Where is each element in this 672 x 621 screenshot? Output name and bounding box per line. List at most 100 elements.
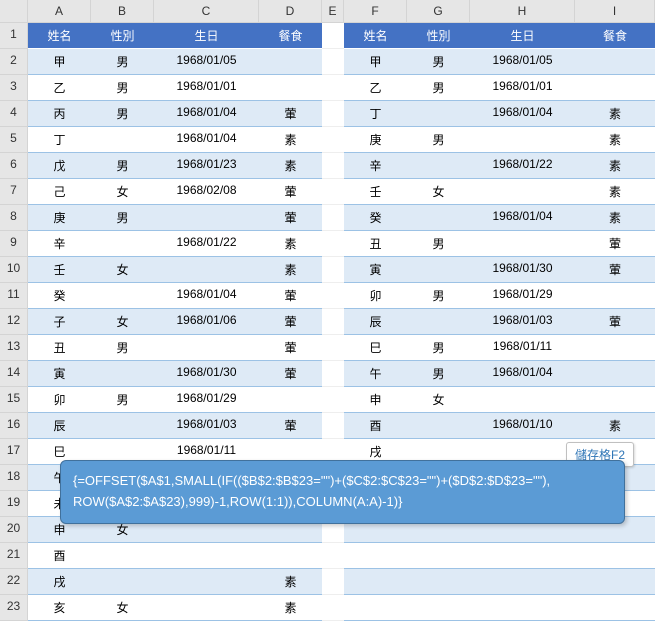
cell[interactable]: 女 — [91, 309, 154, 335]
col-header[interactable]: I — [575, 0, 655, 23]
cell[interactable] — [322, 413, 344, 439]
col-header[interactable]: C — [154, 0, 259, 23]
cell[interactable]: 葷 — [259, 205, 322, 231]
cell[interactable]: 1968/01/23 — [154, 153, 259, 179]
cell[interactable]: 1968/01/22 — [470, 153, 575, 179]
cell[interactable] — [470, 231, 575, 257]
cell[interactable]: 1968/01/05 — [154, 49, 259, 75]
cell[interactable]: 男 — [91, 387, 154, 413]
row-header[interactable]: 11 — [0, 283, 28, 309]
cell[interactable]: 葷 — [259, 179, 322, 205]
col-header[interactable]: A — [28, 0, 91, 23]
row-header[interactable]: 7 — [0, 179, 28, 205]
cell[interactable]: 葷 — [575, 257, 655, 283]
cell[interactable]: 甲 — [28, 49, 91, 75]
row-header[interactable]: 13 — [0, 335, 28, 361]
cell[interactable] — [322, 153, 344, 179]
cell[interactable] — [575, 595, 655, 621]
cell[interactable]: 丙 — [28, 101, 91, 127]
spreadsheet-grid[interactable]: ABCDEFGHI1姓名性別生日餐食姓名性別生日餐食2甲男1968/01/05甲… — [0, 0, 672, 621]
cell[interactable] — [575, 569, 655, 595]
cell[interactable]: 1968/01/01 — [470, 75, 575, 101]
row-header[interactable]: 14 — [0, 361, 28, 387]
cell[interactable]: 男 — [91, 101, 154, 127]
cell[interactable]: 素 — [259, 569, 322, 595]
cell[interactable]: 素 — [575, 179, 655, 205]
cell[interactable]: 癸 — [28, 283, 91, 309]
row-header[interactable]: 1 — [0, 23, 28, 49]
row-header[interactable]: 4 — [0, 101, 28, 127]
cell[interactable]: 1968/01/03 — [154, 413, 259, 439]
cell[interactable] — [322, 49, 344, 75]
cell[interactable]: 男 — [91, 205, 154, 231]
cell[interactable]: 乙 — [344, 75, 407, 101]
col-header[interactable]: E — [322, 0, 344, 23]
cell[interactable] — [259, 543, 322, 569]
cell[interactable]: 1968/01/03 — [470, 309, 575, 335]
cell[interactable]: 辰 — [344, 309, 407, 335]
row-header[interactable]: 15 — [0, 387, 28, 413]
cell[interactable]: 辛 — [344, 153, 407, 179]
cell[interactable]: 酉 — [344, 413, 407, 439]
cell[interactable] — [407, 257, 470, 283]
cell[interactable]: 男 — [407, 361, 470, 387]
cell[interactable]: 葷 — [575, 231, 655, 257]
cell[interactable]: 男 — [91, 49, 154, 75]
cell[interactable]: 戌 — [28, 569, 91, 595]
cell[interactable]: 申 — [344, 387, 407, 413]
cell[interactable] — [322, 595, 344, 621]
cell[interactable]: 素 — [259, 231, 322, 257]
cell[interactable] — [575, 387, 655, 413]
row-header[interactable]: 23 — [0, 595, 28, 621]
cell[interactable]: 葷 — [575, 309, 655, 335]
cell[interactable]: 女 — [407, 179, 470, 205]
cell[interactable]: 1968/01/04 — [470, 361, 575, 387]
cell[interactable] — [470, 127, 575, 153]
cell[interactable]: 葷 — [259, 335, 322, 361]
cell[interactable]: 寅 — [28, 361, 91, 387]
cell[interactable] — [575, 75, 655, 101]
cell[interactable] — [259, 387, 322, 413]
cell[interactable]: 素 — [575, 101, 655, 127]
row-header[interactable]: 18 — [0, 465, 28, 491]
cell[interactable]: 男 — [407, 127, 470, 153]
cell[interactable] — [407, 413, 470, 439]
cell[interactable]: 素 — [575, 413, 655, 439]
cell[interactable]: 酉 — [28, 543, 91, 569]
row-header[interactable]: 6 — [0, 153, 28, 179]
cell[interactable]: 素 — [259, 153, 322, 179]
cell[interactable]: 庚 — [28, 205, 91, 231]
cell[interactable] — [322, 387, 344, 413]
cell[interactable] — [322, 335, 344, 361]
cell[interactable]: 壬 — [28, 257, 91, 283]
cell[interactable]: 男 — [407, 335, 470, 361]
cell[interactable]: 男 — [407, 49, 470, 75]
cell[interactable]: 卯 — [344, 283, 407, 309]
cell[interactable]: 丁 — [28, 127, 91, 153]
cell[interactable]: 男 — [91, 335, 154, 361]
row-header[interactable]: 2 — [0, 49, 28, 75]
cell[interactable] — [154, 543, 259, 569]
row-header[interactable]: 5 — [0, 127, 28, 153]
cell[interactable] — [91, 413, 154, 439]
cell[interactable]: 1968/01/29 — [470, 283, 575, 309]
cell[interactable] — [407, 309, 470, 335]
cell[interactable]: 乙 — [28, 75, 91, 101]
cell[interactable]: 男 — [407, 75, 470, 101]
cell[interactable] — [91, 283, 154, 309]
row-header[interactable]: 16 — [0, 413, 28, 439]
cell[interactable]: 女 — [407, 387, 470, 413]
row-header[interactable]: 17 — [0, 439, 28, 465]
cell[interactable] — [575, 335, 655, 361]
row-header[interactable]: 19 — [0, 491, 28, 517]
cell[interactable] — [154, 257, 259, 283]
row-header[interactable]: 3 — [0, 75, 28, 101]
cell[interactable]: 1968/01/01 — [154, 75, 259, 101]
cell[interactable]: 壬 — [344, 179, 407, 205]
cell[interactable]: 男 — [91, 153, 154, 179]
cell[interactable] — [344, 595, 407, 621]
cell[interactable]: 1968/01/30 — [470, 257, 575, 283]
cell[interactable] — [91, 127, 154, 153]
cell[interactable] — [154, 595, 259, 621]
cell[interactable]: 男 — [407, 283, 470, 309]
